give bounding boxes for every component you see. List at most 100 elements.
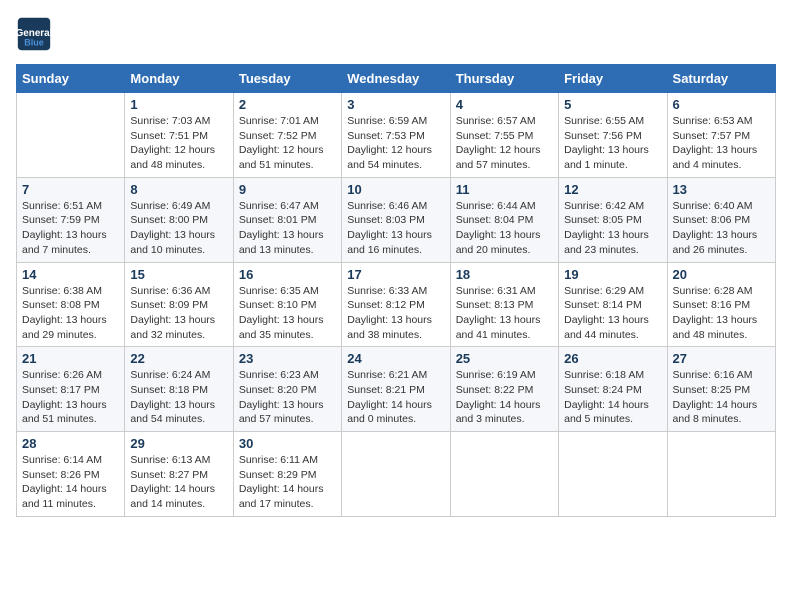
day-number: 19 — [564, 267, 661, 282]
day-cell: 27 Sunrise: 6:16 AM Sunset: 8:25 PM Dayli… — [667, 347, 775, 432]
day-info: Sunrise: 6:36 AM Sunset: 8:09 PM Dayligh… — [130, 284, 227, 343]
day-cell: 18 Sunrise: 6:31 AM Sunset: 8:13 PM Dayli… — [450, 262, 558, 347]
day-number: 16 — [239, 267, 336, 282]
day-cell — [17, 93, 125, 178]
col-monday: Monday — [125, 65, 233, 93]
day-number: 28 — [22, 436, 119, 451]
day-cell: 11 Sunrise: 6:44 AM Sunset: 8:04 PM Dayli… — [450, 177, 558, 262]
day-cell: 9 Sunrise: 6:47 AM Sunset: 8:01 PM Daylig… — [233, 177, 341, 262]
day-info: Sunrise: 6:49 AM Sunset: 8:00 PM Dayligh… — [130, 199, 227, 258]
calendar-body: 1 Sunrise: 7:03 AM Sunset: 7:51 PM Daylig… — [17, 93, 776, 517]
day-info: Sunrise: 6:24 AM Sunset: 8:18 PM Dayligh… — [130, 368, 227, 427]
header: General Blue — [16, 16, 776, 52]
day-info: Sunrise: 6:33 AM Sunset: 8:12 PM Dayligh… — [347, 284, 444, 343]
day-cell: 4 Sunrise: 6:57 AM Sunset: 7:55 PM Daylig… — [450, 93, 558, 178]
week-row-1: 1 Sunrise: 7:03 AM Sunset: 7:51 PM Daylig… — [17, 93, 776, 178]
week-row-3: 14 Sunrise: 6:38 AM Sunset: 8:08 PM Dayli… — [17, 262, 776, 347]
day-number: 20 — [673, 267, 770, 282]
day-cell: 13 Sunrise: 6:40 AM Sunset: 8:06 PM Dayli… — [667, 177, 775, 262]
day-cell: 2 Sunrise: 7:01 AM Sunset: 7:52 PM Daylig… — [233, 93, 341, 178]
day-cell: 21 Sunrise: 6:26 AM Sunset: 8:17 PM Dayli… — [17, 347, 125, 432]
day-info: Sunrise: 7:03 AM Sunset: 7:51 PM Dayligh… — [130, 114, 227, 173]
day-cell: 29 Sunrise: 6:13 AM Sunset: 8:27 PM Dayli… — [125, 432, 233, 517]
day-number: 21 — [22, 351, 119, 366]
day-cell: 1 Sunrise: 7:03 AM Sunset: 7:51 PM Daylig… — [125, 93, 233, 178]
day-number: 7 — [22, 182, 119, 197]
day-number: 3 — [347, 97, 444, 112]
day-number: 18 — [456, 267, 553, 282]
logo-icon: General Blue — [16, 16, 52, 52]
day-info: Sunrise: 6:11 AM Sunset: 8:29 PM Dayligh… — [239, 453, 336, 512]
day-info: Sunrise: 6:13 AM Sunset: 8:27 PM Dayligh… — [130, 453, 227, 512]
day-cell: 14 Sunrise: 6:38 AM Sunset: 8:08 PM Dayli… — [17, 262, 125, 347]
day-number: 22 — [130, 351, 227, 366]
day-info: Sunrise: 6:31 AM Sunset: 8:13 PM Dayligh… — [456, 284, 553, 343]
day-info: Sunrise: 7:01 AM Sunset: 7:52 PM Dayligh… — [239, 114, 336, 173]
day-cell — [342, 432, 450, 517]
col-wednesday: Wednesday — [342, 65, 450, 93]
day-info: Sunrise: 6:21 AM Sunset: 8:21 PM Dayligh… — [347, 368, 444, 427]
week-row-2: 7Sunrise: 6:51 AM Sunset: 7:59 PM Daylig… — [17, 177, 776, 262]
col-saturday: Saturday — [667, 65, 775, 93]
day-cell: 28 Sunrise: 6:14 AM Sunset: 8:26 PM Dayli… — [17, 432, 125, 517]
day-cell — [559, 432, 667, 517]
day-cell: 25 Sunrise: 6:19 AM Sunset: 8:22 PM Dayli… — [450, 347, 558, 432]
col-tuesday: Tuesday — [233, 65, 341, 93]
day-number: 14 — [22, 267, 119, 282]
day-number: 11 — [456, 182, 553, 197]
day-number: 25 — [456, 351, 553, 366]
day-info: Sunrise: 6:42 AM Sunset: 8:05 PM Dayligh… — [564, 199, 661, 258]
day-number: 30 — [239, 436, 336, 451]
day-number: 9 — [239, 182, 336, 197]
day-cell: 6 Sunrise: 6:53 AM Sunset: 7:57 PM Daylig… — [667, 93, 775, 178]
day-cell: 24 Sunrise: 6:21 AM Sunset: 8:21 PM Dayli… — [342, 347, 450, 432]
day-info: Sunrise: 6:29 AM Sunset: 8:14 PM Dayligh… — [564, 284, 661, 343]
day-number: 13 — [673, 182, 770, 197]
day-info: Sunrise: 6:18 AM Sunset: 8:24 PM Dayligh… — [564, 368, 661, 427]
day-number: 4 — [456, 97, 553, 112]
column-header-row: Sunday Monday Tuesday Wednesday Thursday… — [17, 65, 776, 93]
day-info: Sunrise: 6:14 AM Sunset: 8:26 PM Dayligh… — [22, 453, 119, 512]
day-number: 23 — [239, 351, 336, 366]
day-number: 6 — [673, 97, 770, 112]
day-info: Sunrise: 6:38 AM Sunset: 8:08 PM Dayligh… — [22, 284, 119, 343]
day-number: 24 — [347, 351, 444, 366]
day-number: 1 — [130, 97, 227, 112]
col-friday: Friday — [559, 65, 667, 93]
day-cell: 8Sunrise: 6:49 AM Sunset: 8:00 PM Daylig… — [125, 177, 233, 262]
day-info: Sunrise: 6:19 AM Sunset: 8:22 PM Dayligh… — [456, 368, 553, 427]
day-cell: 17 Sunrise: 6:33 AM Sunset: 8:12 PM Dayli… — [342, 262, 450, 347]
calendar-table: Sunday Monday Tuesday Wednesday Thursday… — [16, 64, 776, 517]
day-number: 2 — [239, 97, 336, 112]
day-info: Sunrise: 6:23 AM Sunset: 8:20 PM Dayligh… — [239, 368, 336, 427]
day-info: Sunrise: 6:40 AM Sunset: 8:06 PM Dayligh… — [673, 199, 770, 258]
week-row-5: 28 Sunrise: 6:14 AM Sunset: 8:26 PM Dayli… — [17, 432, 776, 517]
day-number: 12 — [564, 182, 661, 197]
day-info: Sunrise: 6:53 AM Sunset: 7:57 PM Dayligh… — [673, 114, 770, 173]
day-info: Sunrise: 6:16 AM Sunset: 8:25 PM Dayligh… — [673, 368, 770, 427]
day-number: 17 — [347, 267, 444, 282]
day-cell: 23 Sunrise: 6:23 AM Sunset: 8:20 PM Dayli… — [233, 347, 341, 432]
day-number: 29 — [130, 436, 227, 451]
day-info: Sunrise: 6:26 AM Sunset: 8:17 PM Dayligh… — [22, 368, 119, 427]
day-info: Sunrise: 6:55 AM Sunset: 7:56 PM Dayligh… — [564, 114, 661, 173]
day-info: Sunrise: 6:46 AM Sunset: 8:03 PM Dayligh… — [347, 199, 444, 258]
day-info: Sunrise: 6:28 AM Sunset: 8:16 PM Dayligh… — [673, 284, 770, 343]
day-info: Sunrise: 6:47 AM Sunset: 8:01 PM Dayligh… — [239, 199, 336, 258]
day-cell — [450, 432, 558, 517]
day-cell: 12 Sunrise: 6:42 AM Sunset: 8:05 PM Dayli… — [559, 177, 667, 262]
day-number: 27 — [673, 351, 770, 366]
col-sunday: Sunday — [17, 65, 125, 93]
day-number: 10 — [347, 182, 444, 197]
day-info: Sunrise: 6:57 AM Sunset: 7:55 PM Dayligh… — [456, 114, 553, 173]
col-thursday: Thursday — [450, 65, 558, 93]
day-cell: 26Sunrise: 6:18 AM Sunset: 8:24 PM Dayli… — [559, 347, 667, 432]
day-info: Sunrise: 6:44 AM Sunset: 8:04 PM Dayligh… — [456, 199, 553, 258]
day-cell: 10 Sunrise: 6:46 AM Sunset: 8:03 PM Dayli… — [342, 177, 450, 262]
day-number: 15 — [130, 267, 227, 282]
day-info: Sunrise: 6:35 AM Sunset: 8:10 PM Dayligh… — [239, 284, 336, 343]
day-cell — [667, 432, 775, 517]
day-info: Sunrise: 6:59 AM Sunset: 7:53 PM Dayligh… — [347, 114, 444, 173]
day-cell: 19 Sunrise: 6:29 AM Sunset: 8:14 PM Dayli… — [559, 262, 667, 347]
week-row-4: 21 Sunrise: 6:26 AM Sunset: 8:17 PM Dayli… — [17, 347, 776, 432]
